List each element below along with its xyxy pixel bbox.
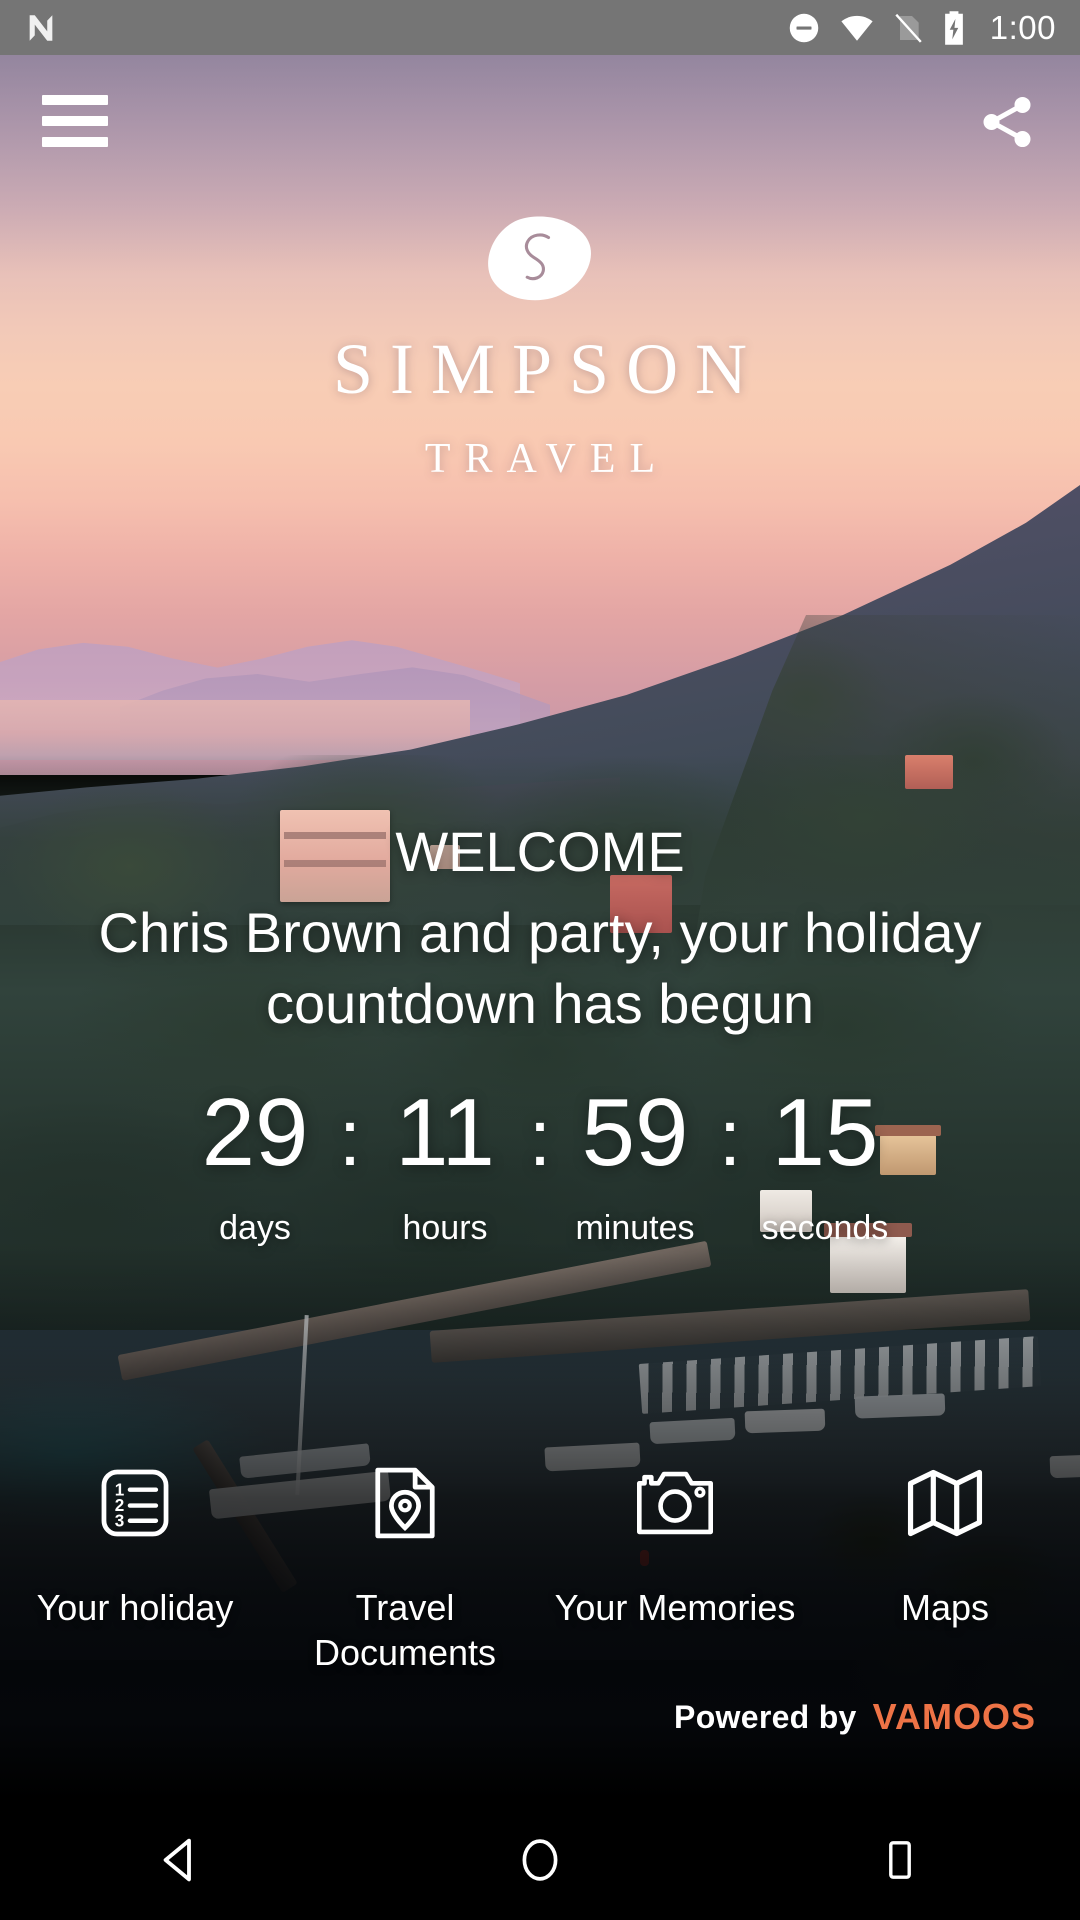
nav-back-button[interactable]	[0, 1833, 360, 1887]
hamburger-bar	[42, 116, 108, 126]
hillside-villa-red-upper	[905, 755, 953, 789]
android-navigation-bar	[0, 1800, 1080, 1920]
android-n-logo-icon	[29, 14, 53, 41]
countdown-label-spacer	[331, 1209, 369, 1248]
status-bar-right: 1:00	[786, 9, 1056, 47]
tile-label-travel-documents: Travel Documents	[313, 1587, 497, 1673]
app-header	[0, 55, 1080, 185]
back-triangle-icon	[163, 1838, 191, 1882]
tile-icon-wrap	[810, 1463, 1080, 1543]
countdown-value-hours: 11	[395, 1079, 495, 1186]
share-button[interactable]	[976, 91, 1038, 153]
brand-lockup: SIMPSON TRAVEL	[0, 215, 1080, 483]
tile-label-maps: Maps	[900, 1587, 990, 1628]
status-bar-left	[24, 11, 58, 45]
countdown-value-seconds: 15	[771, 1079, 879, 1186]
countdown-separator: :	[528, 1093, 552, 1182]
folded-map-icon	[907, 1469, 983, 1537]
countdown-separator: :	[338, 1093, 362, 1182]
vamoos-brand-label[interactable]: VAMOOS	[873, 1696, 1036, 1738]
countdown-labels: days hours minutes seconds	[0, 1209, 1080, 1248]
tile-your-holiday[interactable]: 1 2 3 Your holiday	[0, 1463, 270, 1675]
tile-icon-wrap	[540, 1463, 810, 1543]
countdown-label-spacer	[711, 1209, 749, 1248]
brand-name: SIMPSON	[332, 329, 765, 409]
powered-by-footer: Powered by VAMOOS	[674, 1696, 1036, 1738]
countdown-label-seconds: seconds	[761, 1209, 889, 1247]
tile-maps[interactable]: Maps	[810, 1463, 1080, 1675]
brand-subtitle: TRAVEL	[424, 436, 670, 482]
hamburger-menu-icon[interactable]	[42, 95, 108, 147]
countdown-value-days: 29	[201, 1079, 309, 1186]
hamburger-bar	[42, 95, 108, 105]
welcome-title: WELCOME	[395, 820, 685, 883]
countdown-label-hours: hours	[402, 1209, 488, 1247]
distant-sea	[0, 700, 470, 760]
powered-by-label: Powered by	[674, 1698, 857, 1735]
battery-charging-icon	[944, 10, 963, 45]
document-location-pin-icon	[375, 1467, 435, 1539]
nav-home-button[interactable]	[360, 1834, 720, 1886]
no-sim-icon	[895, 13, 922, 43]
countdown-separator: :	[718, 1093, 742, 1182]
app-screen: 1:00 SIMPSON TRAVEL WELCOME Chris Brown …	[0, 0, 1080, 1920]
tile-icon-wrap	[270, 1463, 540, 1543]
welcome-block: WELCOME Chris Brown and party, your holi…	[0, 820, 1080, 1039]
quick-actions-row: 1 2 3 Your holiday Travel Documents Your…	[0, 1463, 1080, 1675]
status-bar: 1:00	[0, 0, 1080, 55]
tile-travel-documents[interactable]: Travel Documents	[270, 1463, 540, 1675]
simpson-pebble-logo-icon	[488, 216, 591, 301]
svg-text:3: 3	[115, 1511, 125, 1530]
share-icon	[983, 96, 1031, 148]
countdown-label-spacer	[521, 1209, 559, 1248]
nav-recents-button[interactable]	[720, 1834, 1080, 1886]
countdown-timer: 29 : 11 : 59 : 15 days hours minutes sec…	[0, 1085, 1080, 1248]
numbered-list-icon: 1 2 3	[101, 1469, 169, 1537]
hamburger-bar	[42, 137, 108, 147]
countdown-digits: 29 : 11 : 59 : 15	[0, 1085, 1080, 1181]
countdown-value-minutes: 59	[581, 1079, 689, 1186]
do-not-disturb-icon	[789, 13, 819, 42]
status-bar-clock: 1:00	[989, 8, 1056, 46]
camera-icon	[637, 1471, 713, 1535]
countdown-label-days: days	[219, 1209, 291, 1247]
tile-your-memories[interactable]: Your Memories	[540, 1463, 810, 1675]
tile-icon-wrap: 1 2 3	[0, 1463, 270, 1543]
countdown-label-minutes: minutes	[575, 1209, 695, 1247]
tile-label-your-holiday: Your holiday	[36, 1587, 234, 1628]
recents-square-icon	[889, 1841, 911, 1879]
home-circle-icon	[522, 1839, 558, 1881]
wifi-icon	[841, 15, 873, 41]
welcome-message: Chris Brown and party, your holiday coun…	[98, 901, 982, 1035]
tile-label-your-memories: Your Memories	[554, 1587, 796, 1628]
